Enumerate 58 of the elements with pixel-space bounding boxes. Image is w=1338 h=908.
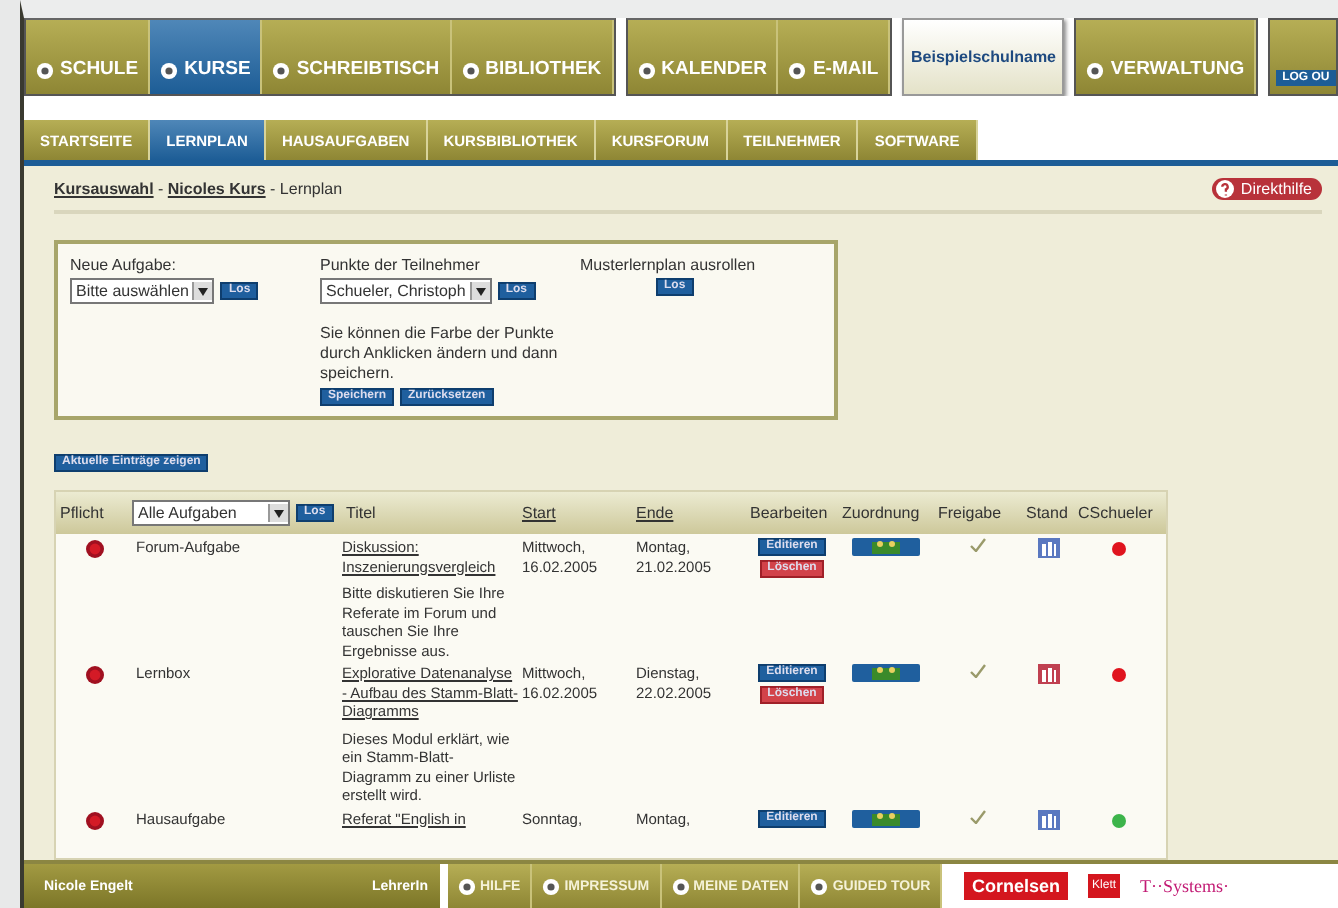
assignment-icon[interactable] xyxy=(852,809,920,827)
circle-icon xyxy=(810,877,829,895)
circle-icon xyxy=(36,62,54,80)
hint-text: Sie können die Farbe der Punkte durch Anklicken ändern und dann speichern. xyxy=(320,324,560,384)
circle-icon xyxy=(788,62,807,80)
column-header: CSchueler xyxy=(1076,504,1155,522)
breadcrumb-link[interactable]: Kursauswahl xyxy=(54,179,154,197)
help-button[interactable]: Direkthilfe xyxy=(1212,177,1322,199)
nav-tab[interactable]: VERWALTUNG xyxy=(1076,20,1257,94)
task-select[interactable]: Bitte auswählen xyxy=(70,278,215,304)
status-icon[interactable] xyxy=(1037,809,1059,829)
status-icon[interactable] xyxy=(1037,538,1059,558)
status-icon[interactable] xyxy=(1037,664,1059,684)
breadcrumb-text: - Lernplan xyxy=(268,179,343,197)
partner-logo[interactable]: Cornelsen xyxy=(964,872,1069,900)
field-label: Musterlernplan ausrollen xyxy=(580,256,756,274)
participant-select[interactable]: Schueler, Christoph xyxy=(320,278,492,304)
dropdown-arrow-icon xyxy=(469,282,490,300)
status-dot[interactable] xyxy=(1111,542,1125,556)
help-icon xyxy=(1216,179,1235,197)
circle-icon xyxy=(458,877,476,895)
partner-logo[interactable]: T··Systems· xyxy=(1140,876,1230,896)
column-header[interactable]: Start xyxy=(518,504,632,522)
nav-tab[interactable]: BIBLIOTHEK xyxy=(451,20,614,94)
school-name: Beispielschulname xyxy=(902,18,1065,96)
circle-icon xyxy=(160,62,179,80)
circle-icon xyxy=(272,62,291,80)
breadcrumb-link[interactable]: Nicoles Kurs xyxy=(167,179,266,197)
nav-tab[interactable]: E-MAIL xyxy=(778,20,891,94)
field-label: Neue Aufgabe: xyxy=(70,256,178,274)
nav-tab[interactable]: SCHULE xyxy=(26,20,151,94)
circle-icon xyxy=(671,877,690,895)
circle-icon xyxy=(637,62,656,80)
assignment-icon[interactable] xyxy=(852,664,920,682)
dropdown-arrow-icon xyxy=(268,504,288,522)
column-header: Zuordnung xyxy=(840,504,922,522)
dropdown-arrow-icon xyxy=(192,282,213,300)
column-header: Bearbeiten xyxy=(748,504,830,522)
column-header[interactable]: Ende xyxy=(632,504,746,522)
breadcrumb-text: - xyxy=(156,179,166,197)
nav-tab[interactable]: KURSE xyxy=(150,20,263,94)
nav-tab[interactable]: SCHREIBTISCH xyxy=(262,20,452,94)
nav-tab[interactable]: KALENDER xyxy=(627,20,779,94)
circle-icon xyxy=(1086,62,1105,80)
column-header: Freigabe xyxy=(936,504,1004,522)
circle-icon xyxy=(461,62,480,80)
column-header: Pflicht xyxy=(58,504,106,522)
mandatory-dot-icon xyxy=(85,666,103,684)
column-header: Stand xyxy=(1024,504,1070,522)
filter-select[interactable]: Alle Aufgaben xyxy=(132,500,290,526)
status-dot[interactable] xyxy=(1111,813,1125,827)
mandatory-dot-icon xyxy=(85,540,103,558)
status-dot[interactable] xyxy=(1111,668,1125,682)
field-label: Punkte der Teilnehmer xyxy=(320,256,482,274)
assignment-icon[interactable] xyxy=(852,538,920,556)
circle-icon xyxy=(542,877,561,895)
mandatory-dot-icon xyxy=(85,811,103,829)
column-header: Titel xyxy=(344,504,378,522)
